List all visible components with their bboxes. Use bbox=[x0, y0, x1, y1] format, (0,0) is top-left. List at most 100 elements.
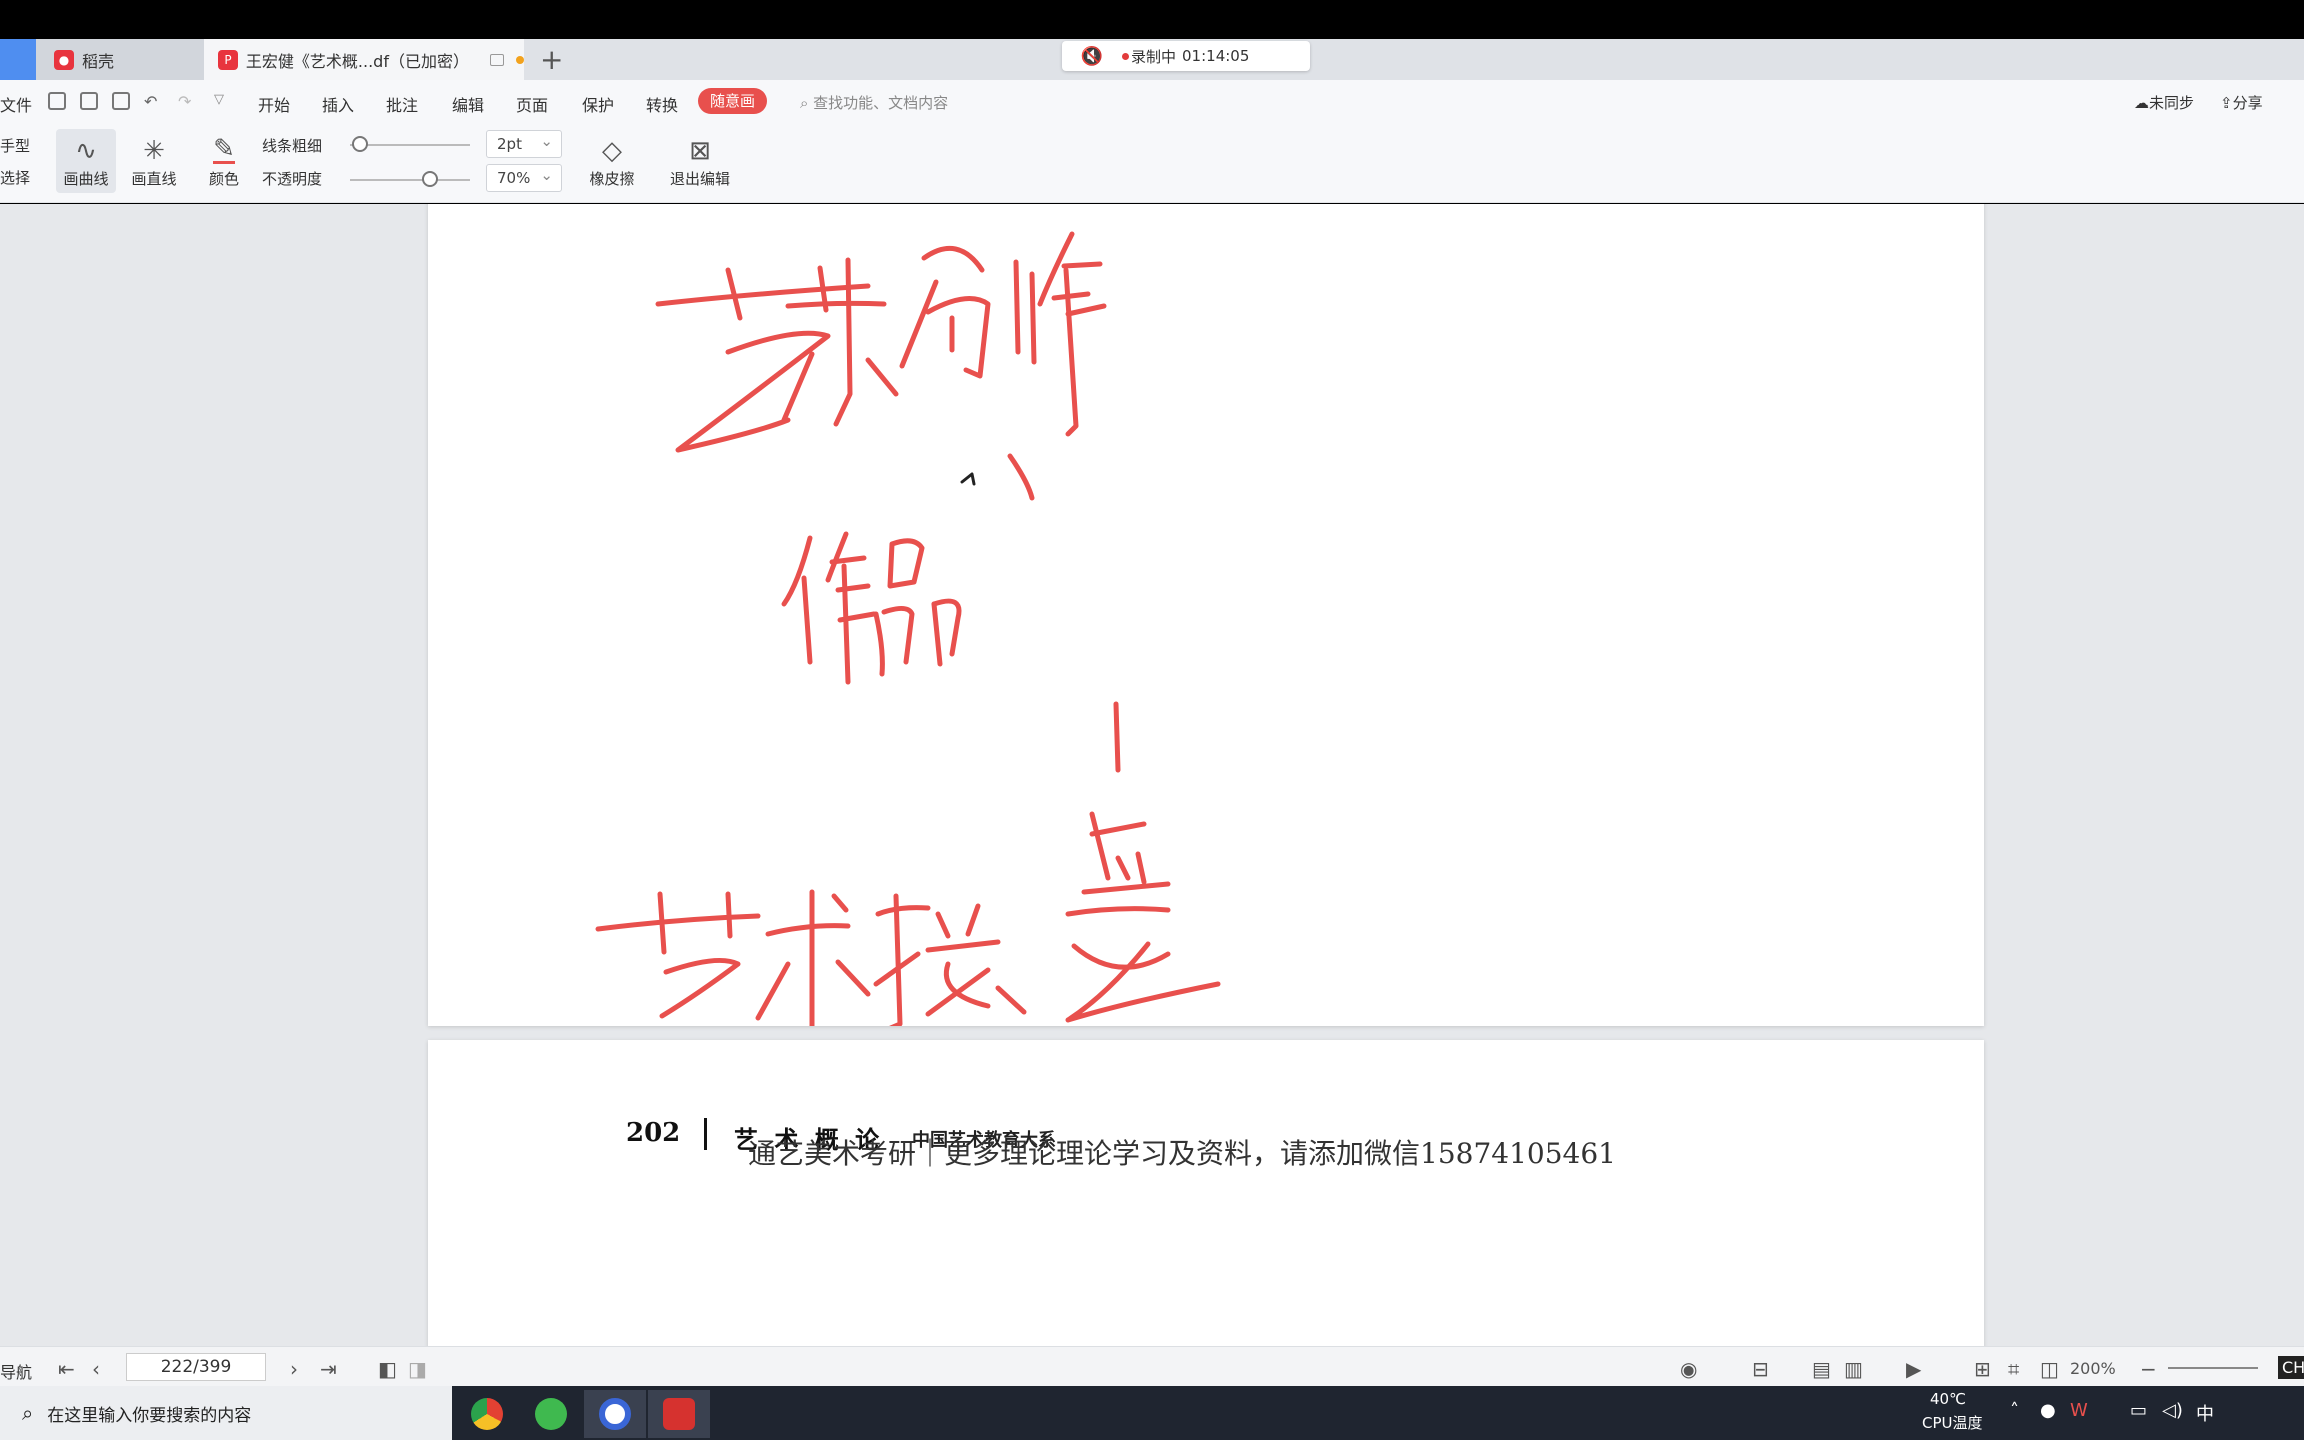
customize-icon[interactable]: ▽ bbox=[214, 92, 224, 107]
opacity-select[interactable]: 70% bbox=[486, 162, 562, 192]
eraser-tool[interactable]: ◇ 橡皮擦 bbox=[576, 129, 648, 193]
eye-icon[interactable]: ◉ bbox=[1680, 1357, 1697, 1381]
lang-indicator[interactable]: CH bbox=[2278, 1356, 2304, 1379]
thickness-slider[interactable] bbox=[350, 144, 470, 146]
menu-page[interactable]: 页面 bbox=[516, 92, 548, 116]
pdf-page[interactable]: 202 艺 术 概 论 中国艺术教育大系 通艺美术考研｜更多理论理论学习及资料，… bbox=[428, 1040, 1984, 1346]
pdf-page[interactable] bbox=[428, 204, 1984, 1026]
color-tool[interactable]: ✎ 颜色 bbox=[196, 129, 252, 193]
menu-bar: 文件 ↶ ↷ ▽ 开始 插入 批注 编辑 页面 保护 转换 随意画 ⌕ 查找功能… bbox=[0, 80, 2304, 123]
hand-tool[interactable]: 手型 bbox=[0, 135, 30, 156]
network-icon[interactable]: ▭ bbox=[2130, 1400, 2147, 1421]
exit-label: 退出编辑 bbox=[669, 170, 730, 188]
nav-label[interactable]: 导航 bbox=[0, 1359, 32, 1383]
thickness-label: 线条粗细 bbox=[262, 137, 323, 155]
recording-indicator: 🔇 录制中 01:14:05 bbox=[1062, 41, 1310, 71]
prev-view-icon[interactable]: ◧ bbox=[378, 1357, 397, 1381]
menu-convert[interactable]: 转换 bbox=[646, 92, 678, 116]
line-tool[interactable]: ✳ 画直线 bbox=[124, 129, 184, 193]
double-page-icon[interactable]: ▥ bbox=[1844, 1357, 1863, 1381]
tab-window-icon[interactable] bbox=[490, 53, 505, 66]
next-page-icon[interactable]: › bbox=[290, 1357, 298, 1381]
fit-page-icon[interactable]: ⌗ bbox=[2008, 1357, 2019, 1381]
redo-icon[interactable]: ↷ bbox=[178, 92, 191, 111]
color-label: 颜色 bbox=[208, 170, 239, 188]
taskbar-search-placeholder: 在这里输入你要搜索的内容 bbox=[47, 1405, 252, 1426]
open-icon[interactable] bbox=[48, 92, 66, 110]
menu-start[interactable]: 开始 bbox=[258, 92, 290, 116]
chrome-app[interactable] bbox=[456, 1390, 518, 1438]
curve-label: 画曲线 bbox=[63, 170, 109, 188]
single-page-icon[interactable]: ▤ bbox=[1812, 1357, 1831, 1381]
play-icon[interactable]: ▶ bbox=[1906, 1357, 1921, 1381]
zoom-out-icon[interactable]: − bbox=[2140, 1357, 2157, 1381]
taskbar: ⌕ 在这里输入你要搜索的内容 40℃ CPU温度 ˄ ● W ▭ ◁) 中 CH bbox=[0, 1356, 2304, 1440]
search-box[interactable]: ⌕ 查找功能、文档内容 bbox=[800, 92, 948, 113]
opacity-slider[interactable] bbox=[350, 179, 470, 181]
sync-button[interactable]: ☁未同步 bbox=[2134, 92, 2194, 113]
menu-edit[interactable]: 编辑 bbox=[452, 92, 484, 116]
thickness-select[interactable]: 2pt bbox=[486, 128, 562, 158]
share-icon: ⇪ bbox=[2220, 94, 2233, 112]
temp-label: CPU温度 bbox=[1922, 1414, 1983, 1432]
new-tab-button[interactable]: + bbox=[540, 43, 563, 76]
unsaved-dot bbox=[516, 55, 524, 64]
pen-color-icon: ✎ bbox=[213, 134, 235, 164]
prev-page-icon[interactable]: ‹ bbox=[92, 1357, 100, 1381]
book-icon[interactable]: ◫ bbox=[2040, 1357, 2059, 1381]
tab-label: 稻壳 bbox=[82, 51, 115, 71]
print-icon[interactable] bbox=[112, 92, 130, 110]
opacity-knob[interactable] bbox=[422, 171, 438, 187]
tab-daoke[interactable]: ● 稻壳 bbox=[36, 39, 204, 80]
undo-icon[interactable]: ↶ bbox=[144, 92, 157, 111]
menu-freehand[interactable]: 随意画 bbox=[698, 88, 768, 114]
next-view-icon[interactable]: ◨ bbox=[408, 1357, 427, 1381]
speaker-muted-icon[interactable]: 🔇 bbox=[1062, 46, 1122, 67]
curve-icon: ∿ bbox=[75, 136, 97, 166]
share-button[interactable]: ⇪分享 bbox=[2220, 92, 2263, 113]
menu-protect[interactable]: 保护 bbox=[582, 92, 614, 116]
save-icon[interactable] bbox=[80, 92, 98, 110]
line-label: 画直线 bbox=[131, 170, 177, 188]
close-box-icon: ⊠ bbox=[689, 136, 711, 166]
taskbar-search[interactable]: ⌕ 在这里输入你要搜索的内容 bbox=[0, 1386, 452, 1440]
wechat-icon bbox=[535, 1398, 567, 1430]
actual-size-icon[interactable]: ⊞ bbox=[1974, 1357, 1991, 1381]
zoom-level[interactable]: 200% bbox=[2070, 1359, 2116, 1378]
first-page-icon[interactable]: ⇤ bbox=[58, 1357, 75, 1381]
thickness-knob[interactable] bbox=[352, 136, 368, 152]
share-label: 分享 bbox=[2232, 94, 2263, 112]
wps-icon bbox=[663, 1398, 695, 1430]
c-app[interactable] bbox=[584, 1390, 646, 1438]
fit-width-icon[interactable]: ⊟ bbox=[1752, 1357, 1769, 1381]
opacity-label: 不透明度 bbox=[262, 170, 323, 188]
menu-file[interactable]: 文件 bbox=[0, 92, 32, 116]
daoke-icon: ● bbox=[54, 49, 74, 70]
exit-edit-button[interactable]: ⊠ 退出编辑 bbox=[664, 129, 736, 193]
zoom-slider[interactable] bbox=[2168, 1367, 2258, 1369]
menu-insert[interactable]: 插入 bbox=[322, 92, 354, 116]
ime-indicator[interactable]: 中 bbox=[2196, 1400, 2214, 1426]
page-number: 202 bbox=[626, 1118, 681, 1148]
wps-tray-icon[interactable]: W bbox=[2070, 1400, 2088, 1421]
select-tool[interactable]: 选择 bbox=[0, 167, 30, 188]
recording-time: 01:14:05 bbox=[1182, 47, 1250, 65]
recording-status: 录制中 bbox=[1131, 47, 1177, 66]
wps-app[interactable] bbox=[648, 1390, 710, 1438]
temp-value: 40℃ bbox=[1930, 1390, 1966, 1408]
curve-tool[interactable]: ∿ 画曲线 bbox=[56, 129, 116, 193]
search-icon: ⌕ bbox=[22, 1401, 34, 1425]
wechat-app[interactable] bbox=[520, 1390, 582, 1438]
document-area[interactable]: 202 艺 术 概 论 中国艺术教育大系 通艺美术考研｜更多理论理论学习及资料，… bbox=[0, 204, 2304, 1346]
page-number-input[interactable]: 222/399 bbox=[126, 1353, 266, 1381]
footer-divider bbox=[704, 1118, 707, 1150]
handwritten-annotation bbox=[595, 231, 1221, 1026]
tab-home[interactable] bbox=[0, 39, 36, 80]
last-page-icon[interactable]: ⇥ bbox=[320, 1357, 337, 1381]
menu-annotate[interactable]: 批注 bbox=[386, 92, 418, 116]
tab-document[interactable]: P 王宏健《艺术概...df（已加密） bbox=[204, 39, 524, 80]
tray-chevron-icon[interactable]: ˄ bbox=[2010, 1400, 2019, 1421]
chrome-icon bbox=[471, 1398, 503, 1430]
mic-icon[interactable]: ● bbox=[2040, 1400, 2056, 1421]
volume-icon[interactable]: ◁) bbox=[2162, 1400, 2183, 1421]
